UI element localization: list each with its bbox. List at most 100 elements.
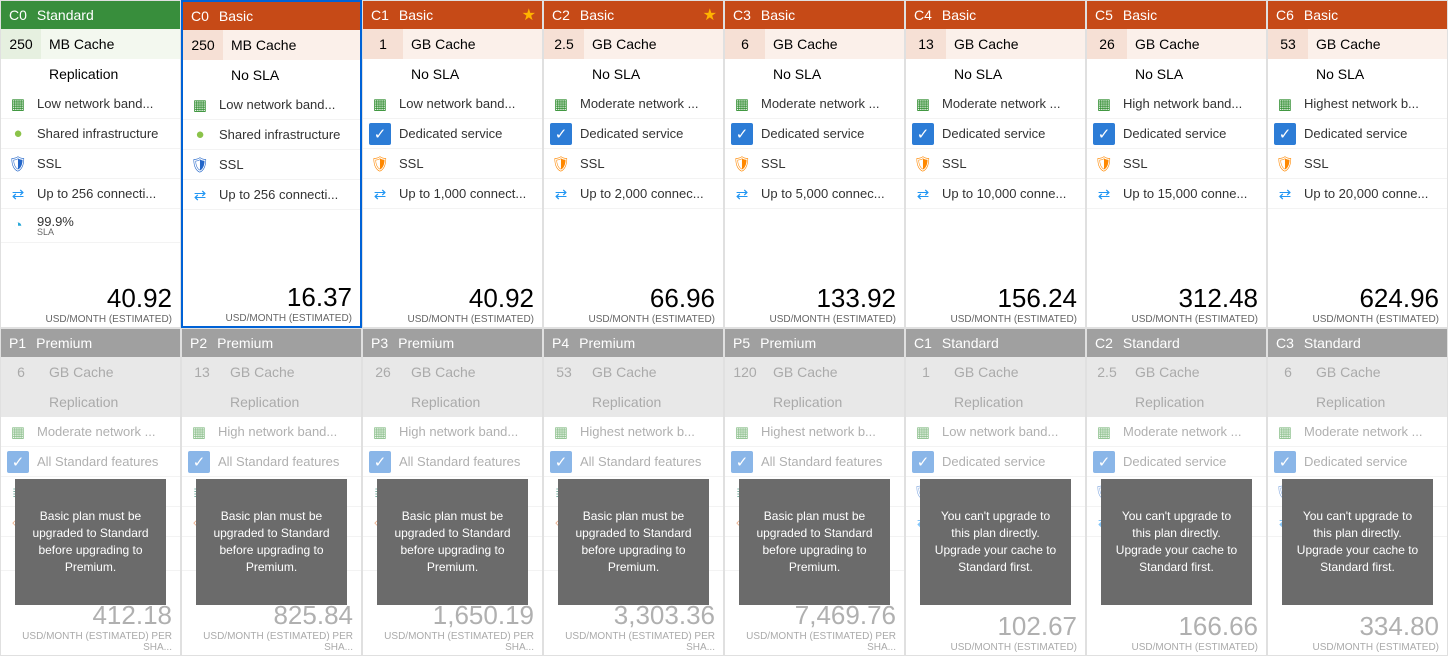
checkmark-icon: ✓ — [1274, 451, 1296, 473]
card-header: C2Standard — [1087, 329, 1266, 357]
price-amount: 40.92 — [371, 283, 534, 314]
feature-text: Low network band... — [399, 96, 515, 111]
spec-value: 2.5 — [1087, 357, 1127, 387]
card-header: C0Basic — [183, 2, 360, 30]
feature-item: 🛡SSL — [1, 149, 180, 179]
spec-row: 6GB Cache — [725, 29, 904, 59]
price-unit: USD/MONTH (ESTIMATED) — [1276, 314, 1439, 325]
spec-value: 2.5 — [544, 29, 584, 59]
network-icon: ▦ — [189, 94, 211, 116]
spec-value: 250 — [1, 29, 41, 59]
tier-name: Premium — [760, 335, 816, 351]
tier-name: Premium — [36, 335, 92, 351]
pricing-card-c0-basic[interactable]: C0Basic250MB CacheNo SLA▦Low network ban… — [181, 0, 362, 328]
disabled-overlay: Basic plan must be upgraded to Standard … — [196, 479, 347, 605]
pricing-card-c6-basic[interactable]: C6Basic53GB CacheNo SLA▦Highest network … — [1267, 0, 1448, 328]
spec-row: 53GB Cache — [544, 357, 723, 387]
checkmark-icon: ✓ — [7, 451, 29, 473]
shield-icon: 🛡 — [189, 154, 211, 176]
checkmark-icon: ✓ — [550, 123, 572, 145]
pricing-card-c3-basic[interactable]: C3Basic6GB CacheNo SLA▦Moderate network … — [724, 0, 905, 328]
feature-list: ▦Low network band...●Shared infrastructu… — [1, 89, 180, 279]
feature-item: 🛡SSL — [1268, 149, 1447, 179]
spec-value — [182, 387, 222, 417]
feature-text: SSL — [219, 157, 244, 172]
tier-code: C0 — [9, 7, 27, 23]
pricing-card-c2-basic[interactable]: C2Basic★2.5GB CacheNo SLA▦Moderate netwo… — [543, 0, 724, 328]
spec-row: No SLA — [183, 60, 360, 90]
tier-name: Standard — [37, 7, 94, 23]
spec-label: GB Cache — [41, 357, 180, 387]
spec-label: No SLA — [403, 59, 542, 89]
feature-list: ▦Moderate network ...✓Dedicated service🛡… — [725, 89, 904, 279]
shield-icon: 🛡 — [550, 153, 572, 175]
spec-value: 6 — [725, 29, 765, 59]
shared-infra-icon: ● — [189, 124, 211, 146]
spec-row: No SLA — [1087, 59, 1266, 89]
spec-value — [544, 387, 584, 417]
price-amount: 334.80 — [1276, 611, 1439, 642]
tier-code: C0 — [191, 8, 209, 24]
spec-value: 6 — [1, 357, 41, 387]
feature-text: Dedicated service — [1304, 454, 1407, 469]
feature-text: Up to 5,000 connec... — [761, 186, 885, 201]
price-amount: 166.66 — [1095, 611, 1258, 642]
shield-icon: 🛡 — [369, 153, 391, 175]
feature-item: ▦Highest network b... — [725, 417, 904, 447]
feature-text: Low network band... — [219, 97, 335, 112]
spec-row: 13GB Cache — [906, 29, 1085, 59]
card-header: C0 Standard — [1, 1, 180, 29]
spec-value — [544, 59, 584, 89]
price-unit: USD/MONTH (ESTIMATED) — [1276, 642, 1439, 653]
feature-item: ✓Dedicated service — [1268, 119, 1447, 149]
pricing-card-c1-standard: C1Standard1GB CacheReplication▦Low netwo… — [905, 328, 1086, 656]
tier-name: Premium — [217, 335, 273, 351]
spec-row: 6GB Cache — [1, 357, 180, 387]
pricing-card-c5-basic[interactable]: C5Basic26GB CacheNo SLA▦High network ban… — [1086, 0, 1267, 328]
pricing-card-c3-standard: C3Standard6GB CacheReplication▦Moderate … — [1267, 328, 1448, 656]
feature-item: 🛡 SSL — [544, 149, 723, 179]
spec-label: GB Cache — [584, 357, 723, 387]
feature-text: Moderate network ... — [37, 424, 156, 439]
spec-label: GB Cache — [403, 357, 542, 387]
spec-value — [183, 60, 223, 90]
feature-item: ▦Moderate network ... — [725, 89, 904, 119]
feature-text: Moderate network ... — [1123, 424, 1242, 439]
spec-row: 250MB Cache — [1, 29, 180, 59]
spec-row: Replication — [1, 59, 180, 89]
price-unit: USD/MONTH (ESTIMATED) — [371, 314, 534, 325]
spec-label: Replication — [765, 387, 904, 417]
spec-row: Replication — [1, 387, 180, 417]
spec-row: No SLA — [725, 59, 904, 89]
spec-row: 26GB Cache — [363, 357, 542, 387]
feature-text: All Standard features — [761, 454, 882, 469]
spec-row: Replication — [1087, 387, 1266, 417]
tier-name: Premium — [398, 335, 454, 351]
connections-icon: ⇄ — [550, 183, 572, 205]
spec-value: 13 — [182, 357, 222, 387]
pricing-card-c4-basic[interactable]: C4Basic13GB CacheNo SLA▦Moderate network… — [905, 0, 1086, 328]
pricing-card-c0-standard[interactable]: C0 Standard 250MB CacheReplication▦Low net… — [0, 0, 181, 328]
recommended-star-icon: ★ — [522, 5, 536, 25]
price-block: 40.92USD/MONTH (ESTIMATED) — [363, 279, 542, 327]
spec-row: No SLA — [544, 59, 723, 89]
price-block: 156.24USD/MONTH (ESTIMATED) — [906, 279, 1085, 327]
spec-row: Replication — [906, 387, 1085, 417]
checkmark-icon: ✓ — [1093, 123, 1115, 145]
card-header: C1Basic★ — [363, 1, 542, 29]
card-header: P1Premium — [1, 329, 180, 357]
feature-text: SSL — [580, 156, 605, 171]
spec-label: No SLA — [584, 59, 723, 89]
feature-text: SSL — [37, 156, 62, 171]
feature-text: High network band... — [1123, 96, 1242, 111]
tier-name: Basic — [1123, 7, 1157, 23]
sla-label: SLA — [37, 227, 74, 237]
price-unit: USD/MONTH (ESTIMATED) — [914, 314, 1077, 325]
feature-text: All Standard features — [37, 454, 158, 469]
pricing-card-c1-basic[interactable]: C1Basic★1GB CacheNo SLA▦Low network band… — [362, 0, 543, 328]
feature-item: ⇄Up to 15,000 conne... — [1087, 179, 1266, 209]
tier-name: Standard — [1304, 335, 1361, 351]
feature-item: ⇄Up to 256 connecti... — [1, 179, 180, 209]
tier-code: C4 — [914, 7, 932, 23]
checkmark-icon: ✓ — [912, 451, 934, 473]
